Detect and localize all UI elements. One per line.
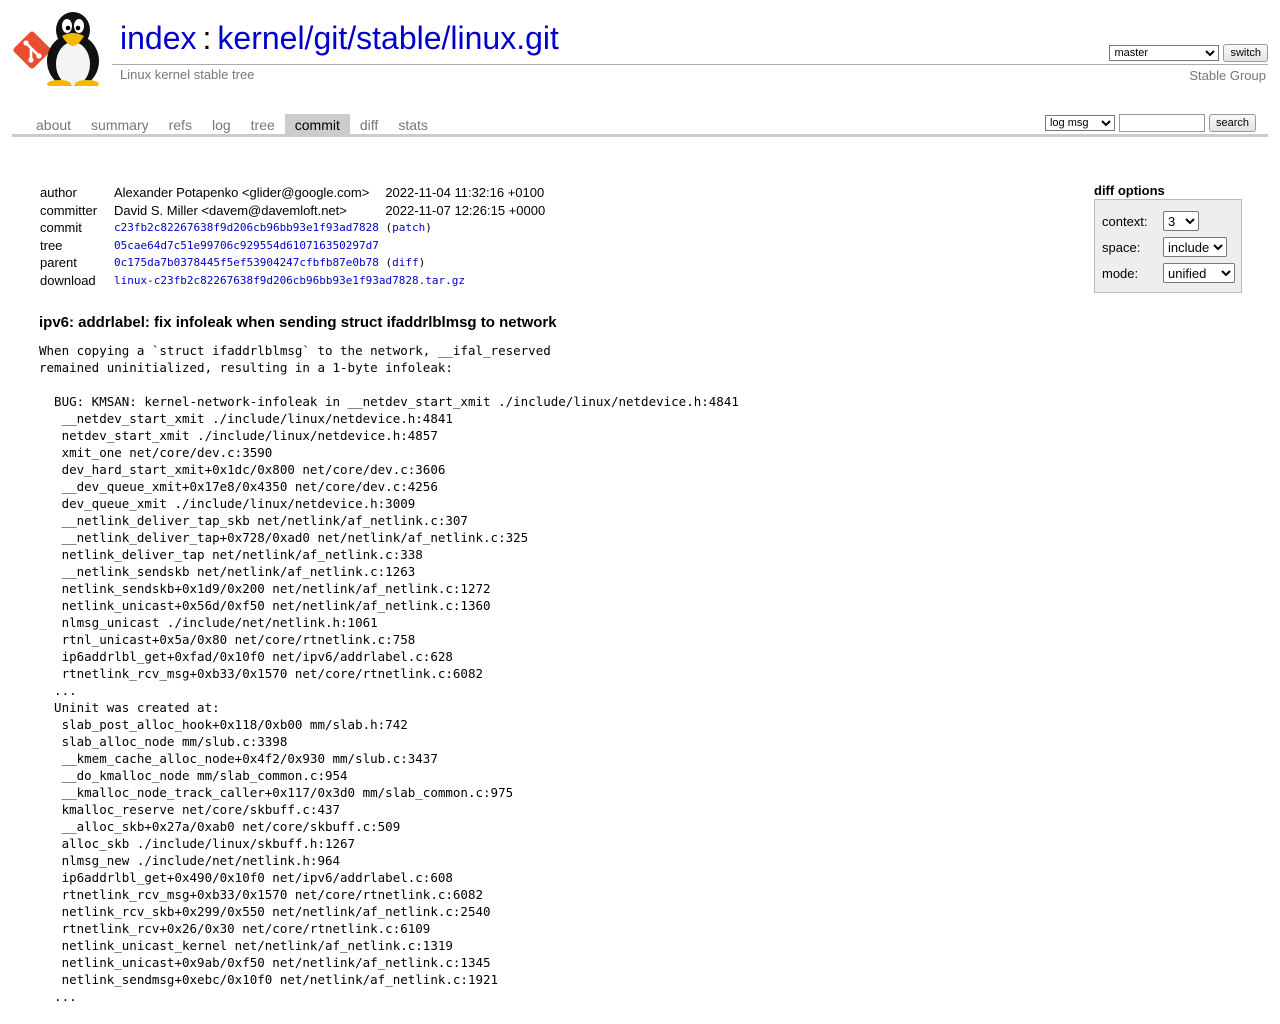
tree-sha-cell: 05cae64d7c51e99706c929554d610716350297d7 [112, 237, 547, 255]
diff-options-title: diff options [1094, 183, 1165, 198]
diff-options-box: context: 3 space: include mode: unified [1094, 199, 1242, 293]
context-select[interactable]: 3 [1163, 211, 1199, 231]
mode-option-row: mode: unified [1102, 260, 1235, 286]
search-input[interactable] [1118, 114, 1205, 132]
context-option-row: context: 3 [1102, 208, 1235, 234]
tab-tree[interactable]: tree [241, 114, 285, 134]
tree-sha-link[interactable]: 05cae64d7c51e99706c929554d610716350297d7 [114, 239, 379, 252]
tab-diff[interactable]: diff [350, 114, 388, 134]
download-link[interactable]: linux-c23fb2c82267638f9d206cb96bb93e1f93… [114, 274, 465, 287]
search-button[interactable]: search [1208, 114, 1256, 132]
parent-row: parent 0c175da7b0378445f5ef53904247cfbfb… [38, 254, 547, 272]
tab-stats[interactable]: stats [388, 114, 438, 134]
tab-refs[interactable]: refs [159, 114, 202, 134]
site-header: index: kernel/git/stable/linux.git Linux … [12, 10, 1268, 90]
parent-sha-cell: 0c175da7b0378445f5ef53904247cfbfb87e0b78… [114, 256, 426, 269]
parent-sha-link[interactable]: 0c175da7b0378445f5ef53904247cfbfb87e0b78 [114, 256, 379, 269]
commit-label: commit [40, 220, 82, 235]
tab-log[interactable]: log [202, 114, 241, 134]
committer-value: David S. Miller <davem@davemloft.net> [114, 202, 347, 218]
title-separator: : [202, 20, 212, 56]
author-value: Alexander Potapenko <glider@google.com> [114, 185, 370, 200]
commit-sha-cell: c23fb2c82267638f9d206cb96bb93e1f93ad7828… [114, 221, 432, 234]
patch-link[interactable]: patch [392, 221, 425, 234]
author-row: author Alexander Potapenko <glider@googl… [38, 184, 547, 202]
tab-bar: about summary refs log tree commit diff … [12, 114, 1268, 137]
tab-summary[interactable]: summary [81, 114, 159, 134]
commit-subject: ipv6: addrlabel: fix infoleak when sendi… [39, 314, 557, 331]
index-link[interactable]: index [120, 20, 197, 56]
tree-row: tree 05cae64d7c51e99706c929554d610716350… [38, 237, 547, 255]
tree-label: tree [40, 237, 63, 253]
repo-owner: Stable Group [1189, 68, 1266, 83]
repo-path-link[interactable]: kernel/git/stable/linux.git [217, 20, 559, 56]
commit-message: When copying a `struct ifaddrlblmsg` to … [39, 343, 739, 1004]
download-row: download linux-c23fb2c82267638f9d206cb96… [38, 272, 547, 290]
tab-list: about summary refs log tree commit diff … [26, 114, 438, 134]
cgit-tux-logo-icon[interactable] [12, 10, 112, 86]
search-form: log msg search [1044, 114, 1256, 132]
mode-select[interactable]: unified [1163, 263, 1235, 283]
committer-label: committer [40, 202, 98, 218]
author-date: 2022-11-04 11:32:16 +0100 [385, 185, 545, 200]
search-mode-select[interactable]: log msg [1044, 115, 1115, 131]
branch-switch-form: master switch [1109, 44, 1268, 62]
switch-button[interactable]: switch [1223, 44, 1268, 62]
repo-description: Linux kernel stable tree [120, 67, 255, 82]
mode-label: mode: [1102, 265, 1139, 281]
context-label: context: [1102, 213, 1148, 229]
page-title: index: kernel/git/stable/linux.git [120, 18, 559, 58]
parent-diff-link[interactable]: diff [392, 256, 419, 269]
commit-sha-link[interactable]: c23fb2c82267638f9d206cb96bb93e1f93ad7828 [114, 221, 379, 234]
space-select[interactable]: include [1163, 237, 1227, 257]
commit-row: commit c23fb2c82267638f9d206cb96bb93e1f9… [38, 219, 547, 237]
download-cell: linux-c23fb2c82267638f9d206cb96bb93e1f93… [112, 272, 547, 290]
space-label: space: [1102, 239, 1141, 255]
download-label: download [40, 272, 96, 288]
diff-options-panel: diff options context: 3 space: include m… [1094, 183, 1242, 293]
header-divider [112, 64, 1268, 65]
parent-label: parent [40, 255, 77, 270]
space-option-row: space: include [1102, 234, 1235, 260]
tab-about[interactable]: about [26, 114, 81, 134]
commit-info-table: author Alexander Potapenko <glider@googl… [38, 184, 547, 289]
author-label: author [40, 185, 77, 200]
committer-date: 2022-11-07 12:26:15 +0000 [385, 202, 546, 218]
committer-row: committer David S. Miller <davem@davemlo… [38, 202, 547, 220]
branch-select[interactable]: master [1109, 45, 1220, 61]
tab-commit[interactable]: commit [284, 114, 350, 134]
